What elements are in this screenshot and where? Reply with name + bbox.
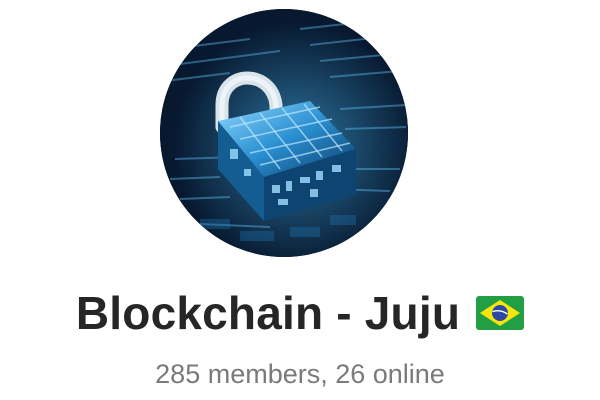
group-profile-header: Blockchain - Juju 285 members, 26 online	[0, 0, 600, 400]
group-title-row: Blockchain - Juju	[0, 285, 600, 341]
padlock-circuit-icon	[160, 9, 408, 257]
brazil-flag-icon	[476, 296, 525, 330]
member-count: 285 members, 26 online	[155, 359, 445, 389]
group-avatar[interactable]	[160, 9, 408, 257]
group-title: Blockchain - Juju	[75, 287, 461, 339]
